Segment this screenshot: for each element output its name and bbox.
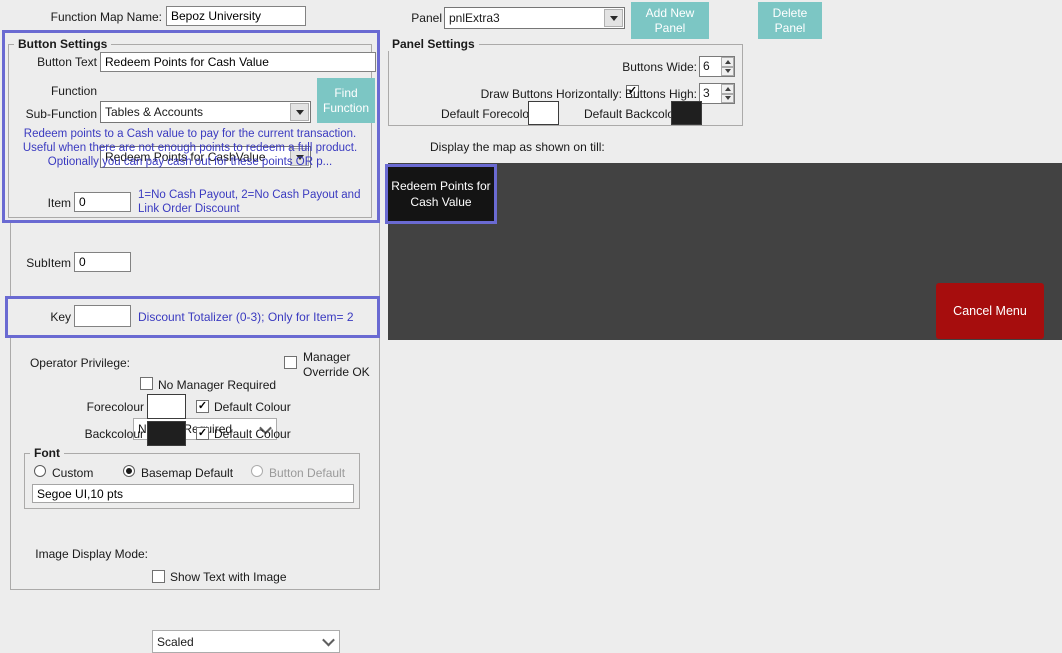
backcolour-default-label: Default Colour (214, 427, 291, 441)
subitem-input[interactable] (74, 252, 131, 272)
font-custom-radio[interactable] (34, 465, 46, 477)
forecolour-label: Forecolour (60, 400, 144, 414)
function-map-name-label: Function Map Name: (28, 10, 162, 24)
delete-panel-button[interactable]: Delete Panel (758, 2, 822, 39)
find-function-button[interactable]: Find Function (317, 78, 375, 123)
function-map-name-input[interactable] (166, 6, 306, 26)
forecolour-swatch[interactable] (147, 394, 186, 419)
no-manager-checkbox[interactable] (140, 377, 153, 390)
display-map-label: Display the map as shown on till: (430, 140, 604, 154)
no-manager-label: No Manager Required (158, 378, 276, 392)
font-basemap-default-radio[interactable] (123, 465, 135, 477)
buttons-high-value: 3 (700, 84, 721, 103)
draw-buttons-horizontally-label: Draw Buttons Horizontally: (478, 87, 622, 101)
font-custom-label: Custom (52, 466, 93, 480)
spinner-up-icon[interactable] (721, 57, 734, 67)
panel-settings-title: Panel Settings (388, 37, 479, 51)
item-label: Item (8, 196, 71, 210)
sub-function-label: Sub-Function (8, 107, 97, 121)
dropdown-arrow-icon[interactable] (290, 103, 309, 121)
default-forecolour-label: Default Forecolour (441, 107, 526, 121)
function-select-value: Tables & Accounts (105, 105, 310, 119)
font-button-default-radio[interactable] (251, 465, 263, 477)
item-input[interactable] (74, 192, 131, 212)
default-forecolour-swatch[interactable] (528, 101, 559, 125)
function-description: Redeem points to a Cash value to pay for… (8, 127, 372, 169)
spinner-down-icon[interactable] (721, 94, 734, 104)
image-display-mode-value: Scaled (157, 635, 339, 649)
button-settings-title: Button Settings (14, 37, 111, 51)
font-button-default-label: Button Default (269, 466, 345, 480)
key-label: Key (8, 310, 71, 324)
show-text-with-image-checkbox[interactable] (152, 570, 165, 583)
operator-privilege-label: Operator Privilege: (8, 356, 130, 370)
buttons-wide-value: 6 (700, 57, 721, 76)
forecolour-default-checkbox[interactable]: ✓ (196, 400, 209, 413)
item-hint: 1=No Cash Payout, 2=No Cash Payout and L… (138, 188, 378, 216)
manager-override-checkbox[interactable] (284, 356, 297, 369)
spinner-down-icon[interactable] (721, 67, 734, 77)
button-text-input[interactable] (100, 52, 376, 72)
default-backcolour-swatch[interactable] (671, 101, 702, 125)
forecolour-default-label: Default Colour (214, 400, 291, 414)
preview-button-highlight-frame: Redeem Points for Cash Value (385, 164, 497, 224)
function-label: Function (8, 84, 97, 98)
backcolour-swatch[interactable] (147, 421, 186, 446)
key-input[interactable] (74, 305, 131, 327)
show-text-with-image-label: Show Text with Image (170, 570, 287, 584)
buttons-wide-stepper[interactable]: 6 (699, 56, 735, 77)
check-icon: ✓ (198, 427, 207, 439)
font-basemap-default-label: Basemap Default (141, 466, 233, 480)
dropdown-arrow-icon[interactable] (604, 9, 623, 27)
panel-select[interactable]: pnlExtra3 (444, 7, 625, 29)
key-hint: Discount Totalizer (0-3); Only for Item=… (138, 310, 354, 324)
panel-select-value: pnlExtra3 (449, 11, 624, 25)
backcolour-label: Backcolour (60, 427, 144, 441)
image-display-mode-select[interactable]: Scaled (152, 630, 340, 653)
spinner-up-icon[interactable] (721, 84, 734, 94)
button-text-label: Button Text (8, 55, 97, 69)
cancel-menu-button[interactable]: Cancel Menu (936, 283, 1044, 339)
buttons-high-stepper[interactable]: 3 (699, 83, 735, 104)
backcolour-default-checkbox[interactable]: ✓ (196, 427, 209, 440)
redeem-points-preview-button[interactable]: Redeem Points for Cash Value (388, 167, 494, 221)
default-backcolour-label: Default Backcolour (584, 107, 668, 121)
font-group-title: Font (30, 446, 64, 460)
subitem-label: SubItem (8, 256, 71, 270)
buttons-wide-label: Buttons Wide: (600, 60, 697, 74)
image-display-mode-label: Image Display Mode: (20, 547, 148, 561)
add-new-panel-button[interactable]: Add New Panel (631, 2, 709, 39)
check-icon: ✓ (198, 400, 207, 412)
font-value-input[interactable] (32, 484, 354, 503)
manager-override-label: Manager Override OK (303, 350, 379, 380)
buttons-high-label: Buttons High: (620, 87, 697, 101)
function-select[interactable]: Tables & Accounts (100, 101, 311, 123)
panel-label: Panel (404, 11, 442, 25)
chevron-down-icon[interactable] (319, 631, 337, 652)
